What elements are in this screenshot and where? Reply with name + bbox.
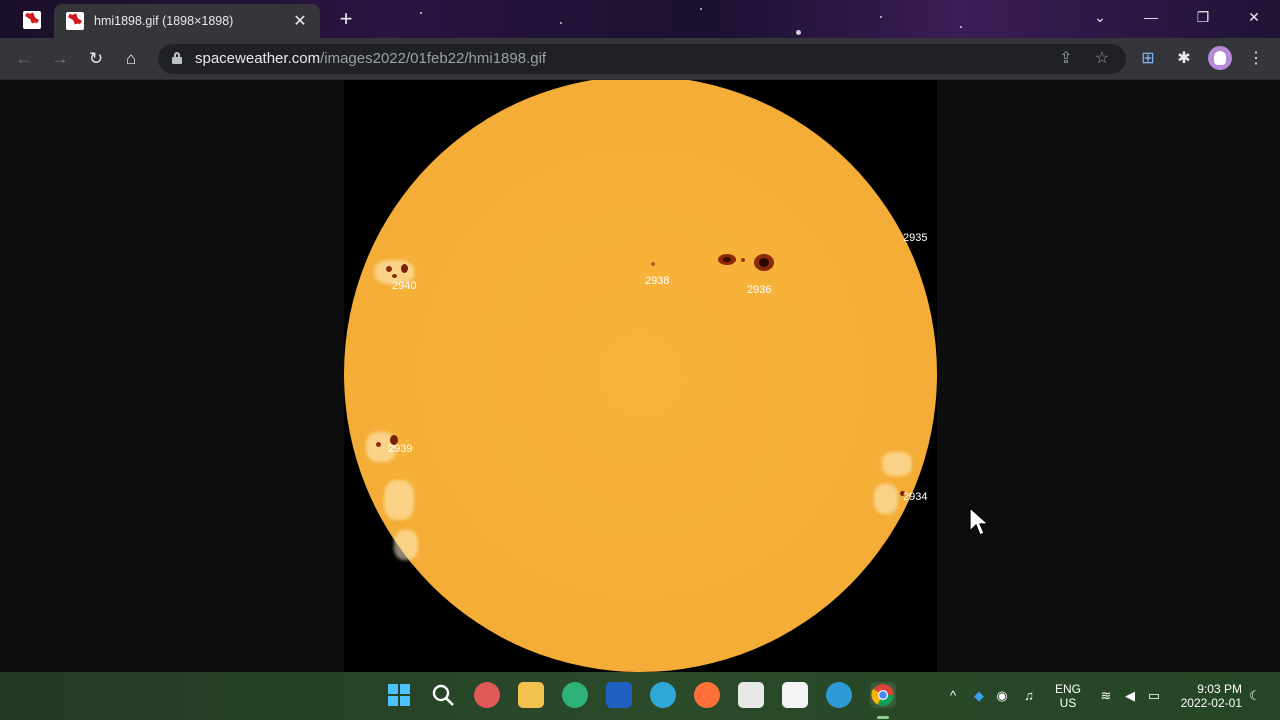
active-region-label: 2939	[388, 443, 413, 455]
sunspot	[376, 442, 381, 447]
active-region-label: 2934	[903, 491, 928, 503]
background-star	[560, 22, 562, 24]
title-bar: hmi1898.gif (1898×1898) ✕ + ⌄ — ❐ ✕	[0, 0, 1280, 38]
chrome-menu-icon[interactable]: ⋮	[1244, 47, 1268, 71]
spaceweather-favicon-icon	[23, 11, 41, 29]
start-button[interactable]	[386, 682, 412, 708]
extension-icon[interactable]: ⊞	[1136, 47, 1160, 71]
edge-canary-icon[interactable]	[650, 682, 676, 708]
clock-date: 2022-02-01	[1180, 696, 1242, 710]
sunspot	[723, 257, 731, 262]
microphone-icon[interactable]: ♫	[1020, 687, 1038, 705]
back-button[interactable]: ←	[12, 47, 36, 71]
firefox-icon[interactable]	[694, 682, 720, 708]
sunspot	[741, 258, 745, 262]
reload-button[interactable]: ↻	[84, 47, 108, 71]
security-shield-icon[interactable]: ◆	[970, 687, 988, 705]
tab-title: hmi1898.gif (1898×1898)	[94, 14, 234, 28]
volume-icon[interactable]: ◀	[1121, 687, 1139, 705]
wifi-icon[interactable]: ≋	[1097, 687, 1115, 705]
tab-close-button[interactable]: ✕	[290, 11, 310, 31]
tray-overflow-chevron-icon[interactable]: ^	[944, 687, 962, 705]
share-icon[interactable]: ⇪	[1054, 47, 1078, 71]
active-region-label: 2936	[747, 284, 772, 296]
battery-icon[interactable]: ▭	[1145, 687, 1163, 705]
faculae	[394, 530, 418, 560]
bookmark-star-icon[interactable]: ☆	[1090, 47, 1114, 71]
close-window-button[interactable]: ✕	[1231, 0, 1277, 34]
region-code: US	[1059, 696, 1077, 710]
sun-disk	[344, 80, 937, 672]
new-tab-button[interactable]: +	[333, 7, 359, 33]
taskbar: ^ ◆ ◉ ♫ ENG US ≋ ◀ ▭ 9:03 PM 2022-02-01 …	[0, 672, 1280, 720]
address-bar[interactable]: spaceweather.com/images2022/01feb22/hmi1…	[158, 44, 1126, 74]
background-star	[420, 12, 422, 14]
background-star	[796, 30, 801, 35]
background-star	[700, 8, 702, 10]
tab-active[interactable]: hmi1898.gif (1898×1898) ✕	[54, 4, 320, 38]
blue-app-icon[interactable]	[606, 682, 632, 708]
clock[interactable]: 9:03 PM 2022-02-01	[1172, 682, 1242, 710]
edge-icon[interactable]	[826, 682, 852, 708]
file-explorer-icon[interactable]	[518, 682, 544, 708]
background-star	[880, 16, 882, 18]
language-indicator[interactable]: ENG US	[1050, 682, 1086, 710]
active-app-indicator	[877, 716, 889, 719]
search-icon[interactable]	[430, 682, 456, 708]
chrome-icon[interactable]	[870, 682, 896, 708]
store-icon[interactable]	[738, 682, 764, 708]
minimize-button[interactable]: —	[1128, 0, 1174, 34]
faculae	[874, 484, 898, 514]
mouse-cursor-icon	[969, 507, 989, 536]
url-text[interactable]: spaceweather.com/images2022/01feb22/hmi1…	[195, 50, 546, 67]
tab-search-button[interactable]: ⌄	[1077, 0, 1123, 34]
spaceweather-favicon-icon	[66, 12, 84, 30]
active-region-label: 2938	[645, 275, 670, 287]
lock-icon[interactable]	[172, 52, 182, 64]
sunspot	[759, 258, 769, 267]
restore-button[interactable]: ❐	[1180, 0, 1226, 34]
solar-image[interactable]: 2935 2940 2938 2936 2939 2934	[344, 80, 937, 672]
url-domain: spaceweather.com	[195, 50, 321, 67]
obs-icon[interactable]: ◉	[993, 687, 1011, 705]
extensions-puzzle-icon[interactable]: ✱	[1172, 47, 1196, 71]
focus-moon-icon[interactable]: ☾	[1246, 687, 1264, 705]
home-button[interactable]: ⌂	[119, 47, 143, 71]
browser-toolbar: ← → ↻ ⌂ spaceweather.com/images2022/01fe…	[0, 38, 1280, 80]
sunspot	[651, 262, 655, 266]
faculae	[384, 480, 414, 520]
forward-button[interactable]: →	[48, 47, 72, 71]
tab-pinned[interactable]	[14, 6, 50, 34]
background-star	[960, 26, 962, 28]
active-region-label: 2935	[903, 232, 928, 244]
profile-avatar[interactable]	[1208, 46, 1232, 70]
red-app-icon[interactable]	[474, 682, 500, 708]
active-region-label: 2940	[392, 280, 417, 292]
edge-dev-icon[interactable]	[562, 682, 588, 708]
sunspot	[392, 274, 397, 278]
sunspot	[386, 266, 392, 272]
url-path: /images2022/01feb22/hmi1898.gif	[320, 50, 547, 67]
sunspot	[401, 264, 408, 273]
language-code: ENG	[1054, 682, 1081, 696]
page-content: 2935 2940 2938 2936 2939 2934	[0, 80, 1280, 672]
clock-time: 9:03 PM	[1197, 682, 1242, 696]
faculae	[882, 452, 912, 476]
white-app-icon[interactable]	[782, 682, 808, 708]
